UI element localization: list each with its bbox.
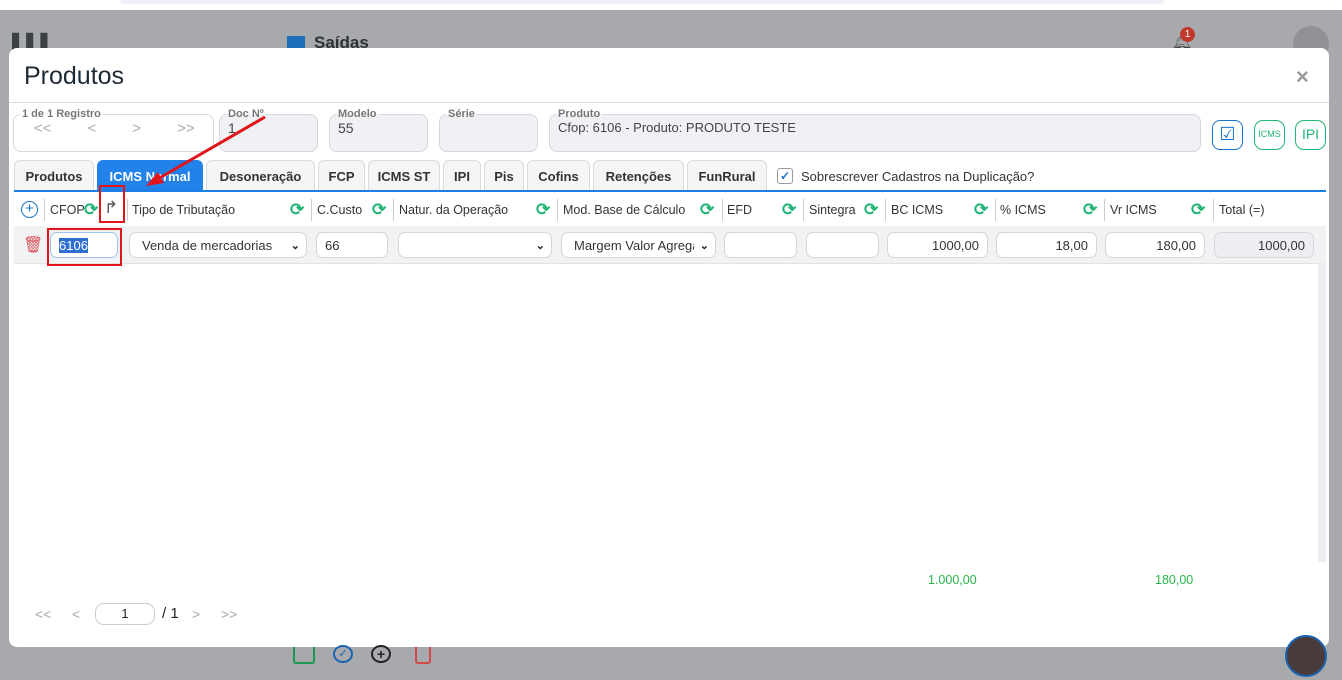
annotation-arrow	[146, 115, 266, 186]
